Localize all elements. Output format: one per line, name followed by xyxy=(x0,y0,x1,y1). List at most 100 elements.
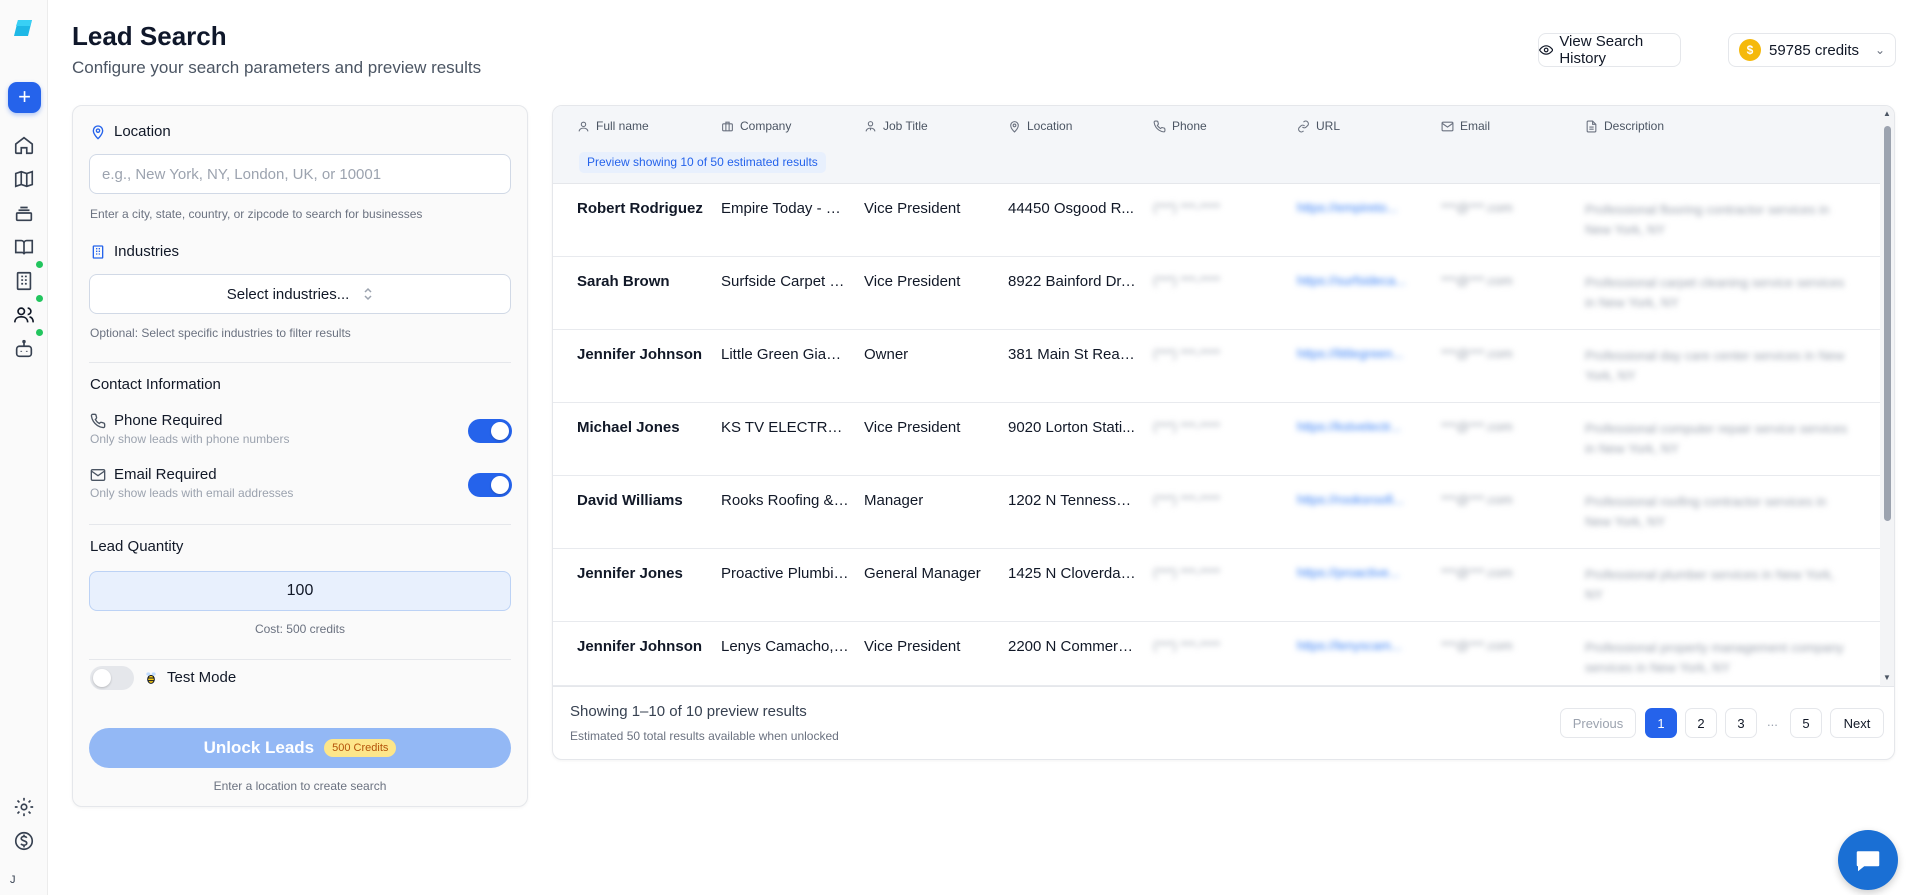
view-search-history-button[interactable]: View Search History xyxy=(1538,33,1681,67)
industries-select-label: Select industries... xyxy=(226,285,350,303)
status-dot xyxy=(36,329,43,336)
previous-page-button[interactable]: Previous xyxy=(1560,708,1636,738)
results-estimate: Estimated 50 total results available whe… xyxy=(570,729,839,743)
cell-location: 8922 Bainford Dr, ... xyxy=(1008,273,1138,290)
column-full-name[interactable]: Full name xyxy=(577,119,649,133)
email-required-toggle[interactable] xyxy=(468,473,512,497)
email-required-subtext: Only show leads with email addresses xyxy=(90,486,294,500)
phone-required-toggle[interactable] xyxy=(468,419,512,443)
new-search-button[interactable]: + xyxy=(8,82,41,113)
page-button-5[interactable]: 5 xyxy=(1790,708,1822,738)
cell-full-name: David Williams xyxy=(577,492,683,509)
cell-job-title: Manager xyxy=(864,492,924,509)
cell-email: ***@***.com xyxy=(1441,492,1513,507)
table-row[interactable]: Michael Jones KS TV ELECTRONI... Vice Pr… xyxy=(553,403,1881,476)
cell-job-title: Owner xyxy=(864,346,909,363)
bot-icon[interactable] xyxy=(13,338,35,360)
chevron-down-icon: ⌄ xyxy=(1874,43,1885,57)
page-button-2[interactable]: 2 xyxy=(1685,708,1717,738)
cell-phone: (***) ***-**** xyxy=(1153,492,1221,507)
industries-select[interactable]: Select industries... xyxy=(89,274,511,314)
location-input[interactable] xyxy=(89,154,511,194)
column-label: Full name xyxy=(596,119,649,133)
table-row[interactable]: Robert Rodriguez Empire Today - Sa... Vi… xyxy=(553,184,1881,257)
app-logo-icon[interactable] xyxy=(12,18,34,38)
users-icon[interactable] xyxy=(13,304,35,326)
column-phone[interactable]: Phone xyxy=(1153,119,1207,133)
user-tie-icon xyxy=(865,120,876,131)
column-label: URL xyxy=(1316,119,1341,133)
unlock-leads-button[interactable]: Unlock Leads 500 Credits xyxy=(89,728,511,768)
user-avatar[interactable]: J xyxy=(10,874,16,886)
column-location[interactable]: Location xyxy=(1008,119,1072,133)
test-mode-toggle[interactable] xyxy=(90,666,134,690)
table-row[interactable]: Jennifer Johnson Lenys Camacho, ... Vice… xyxy=(553,622,1881,686)
cell-full-name: Jennifer Johnson xyxy=(577,638,703,655)
cell-phone: (***) ***-**** xyxy=(1153,346,1221,361)
lead-quantity-label: Lead Quantity xyxy=(90,538,184,555)
column-job-title[interactable]: Job Title xyxy=(864,119,928,133)
cell-phone: (***) ***-**** xyxy=(1153,200,1221,215)
email-required-title: Email Required xyxy=(90,466,217,483)
cell-description: Professional computer repair service ser… xyxy=(1585,421,1848,456)
cell-location: 2200 N Commerc... xyxy=(1008,638,1138,655)
lead-quantity-input[interactable]: 100 xyxy=(89,571,511,611)
divider xyxy=(89,524,511,525)
table-scrollbar[interactable]: ▲ ▼ xyxy=(1880,106,1894,686)
column-email[interactable]: Email xyxy=(1441,119,1490,133)
scroll-down-arrow-icon[interactable]: ▼ xyxy=(1883,673,1891,682)
location-label: Location xyxy=(90,123,171,140)
chat-widget-button[interactable] xyxy=(1838,830,1898,890)
chat-bubble-icon xyxy=(1856,851,1880,872)
building-icon xyxy=(92,244,104,259)
cell-company: Empire Today - Sa... xyxy=(721,200,849,217)
coin-icon: $ xyxy=(1739,39,1761,61)
column-url[interactable]: URL xyxy=(1297,119,1340,133)
file-text-icon xyxy=(1586,120,1597,132)
cell-job-title: Vice President xyxy=(864,273,961,290)
table-row[interactable]: David Williams Rooks Roofing & E... Mana… xyxy=(553,476,1881,549)
test-mode-title: Test Mode xyxy=(143,669,236,686)
chevron-up-down-icon xyxy=(364,287,372,301)
cell-company: KS TV ELECTRONI... xyxy=(721,419,849,436)
divider xyxy=(89,659,511,660)
preview-badge: Preview showing 10 of 50 estimated resul… xyxy=(579,152,826,173)
cell-description: Professional day care center services in… xyxy=(1585,348,1845,383)
cell-email: ***@***.com xyxy=(1441,273,1513,288)
cost-text: Cost: 500 credits xyxy=(254,622,346,636)
page-button-3[interactable]: 3 xyxy=(1725,708,1757,738)
table-row[interactable]: Jennifer Jones Proactive Plumbin... Gene… xyxy=(553,549,1881,622)
map-icon[interactable] xyxy=(13,168,35,190)
results-table: Full name Company Job Title Location Pho… xyxy=(552,105,1895,760)
column-company[interactable]: Company xyxy=(721,119,791,133)
book-icon[interactable] xyxy=(13,236,35,258)
column-description[interactable]: Description xyxy=(1585,119,1664,133)
cell-job-title: Vice President xyxy=(864,419,961,436)
cell-full-name: Jennifer Jones xyxy=(577,565,683,582)
results-summary: Showing 1–10 of 10 preview results xyxy=(570,703,807,720)
cell-phone: (***) ***-**** xyxy=(1153,565,1221,580)
page-subtitle: Configure your search parameters and pre… xyxy=(72,58,482,77)
next-page-button[interactable]: Next xyxy=(1830,708,1884,738)
table-row[interactable]: Jennifer Johnson Little Green Giant... O… xyxy=(553,330,1881,403)
cell-description: Professional property management company… xyxy=(1585,640,1844,675)
home-icon[interactable] xyxy=(13,134,35,156)
cell-location: 381 Main St Rear, L... xyxy=(1008,346,1138,363)
toggle-knob xyxy=(93,669,111,687)
scrollbar-thumb[interactable] xyxy=(1884,126,1891,521)
sidebar: + J xyxy=(0,0,48,895)
layers-icon[interactable] xyxy=(13,202,35,224)
cell-description: Professional flooring contractor service… xyxy=(1585,202,1830,237)
industries-help: Optional: Select specific industries to … xyxy=(90,326,351,340)
table-row[interactable]: Sarah Brown Surfside Carpet Cl... Vice P… xyxy=(553,257,1881,330)
building-icon[interactable] xyxy=(13,270,35,292)
dollar-circle-icon[interactable] xyxy=(13,830,35,852)
gear-icon[interactable] xyxy=(13,796,35,818)
credits-dropdown[interactable]: $ 59785 credits ⌄ xyxy=(1728,33,1896,67)
mail-icon xyxy=(1441,121,1454,131)
cell-email: ***@***.com xyxy=(1441,419,1513,434)
map-pin-icon xyxy=(1010,120,1019,133)
scroll-up-arrow-icon[interactable]: ▲ xyxy=(1883,109,1891,118)
cell-full-name: Jennifer Johnson xyxy=(577,346,703,363)
page-button-1[interactable]: 1 xyxy=(1645,708,1677,738)
